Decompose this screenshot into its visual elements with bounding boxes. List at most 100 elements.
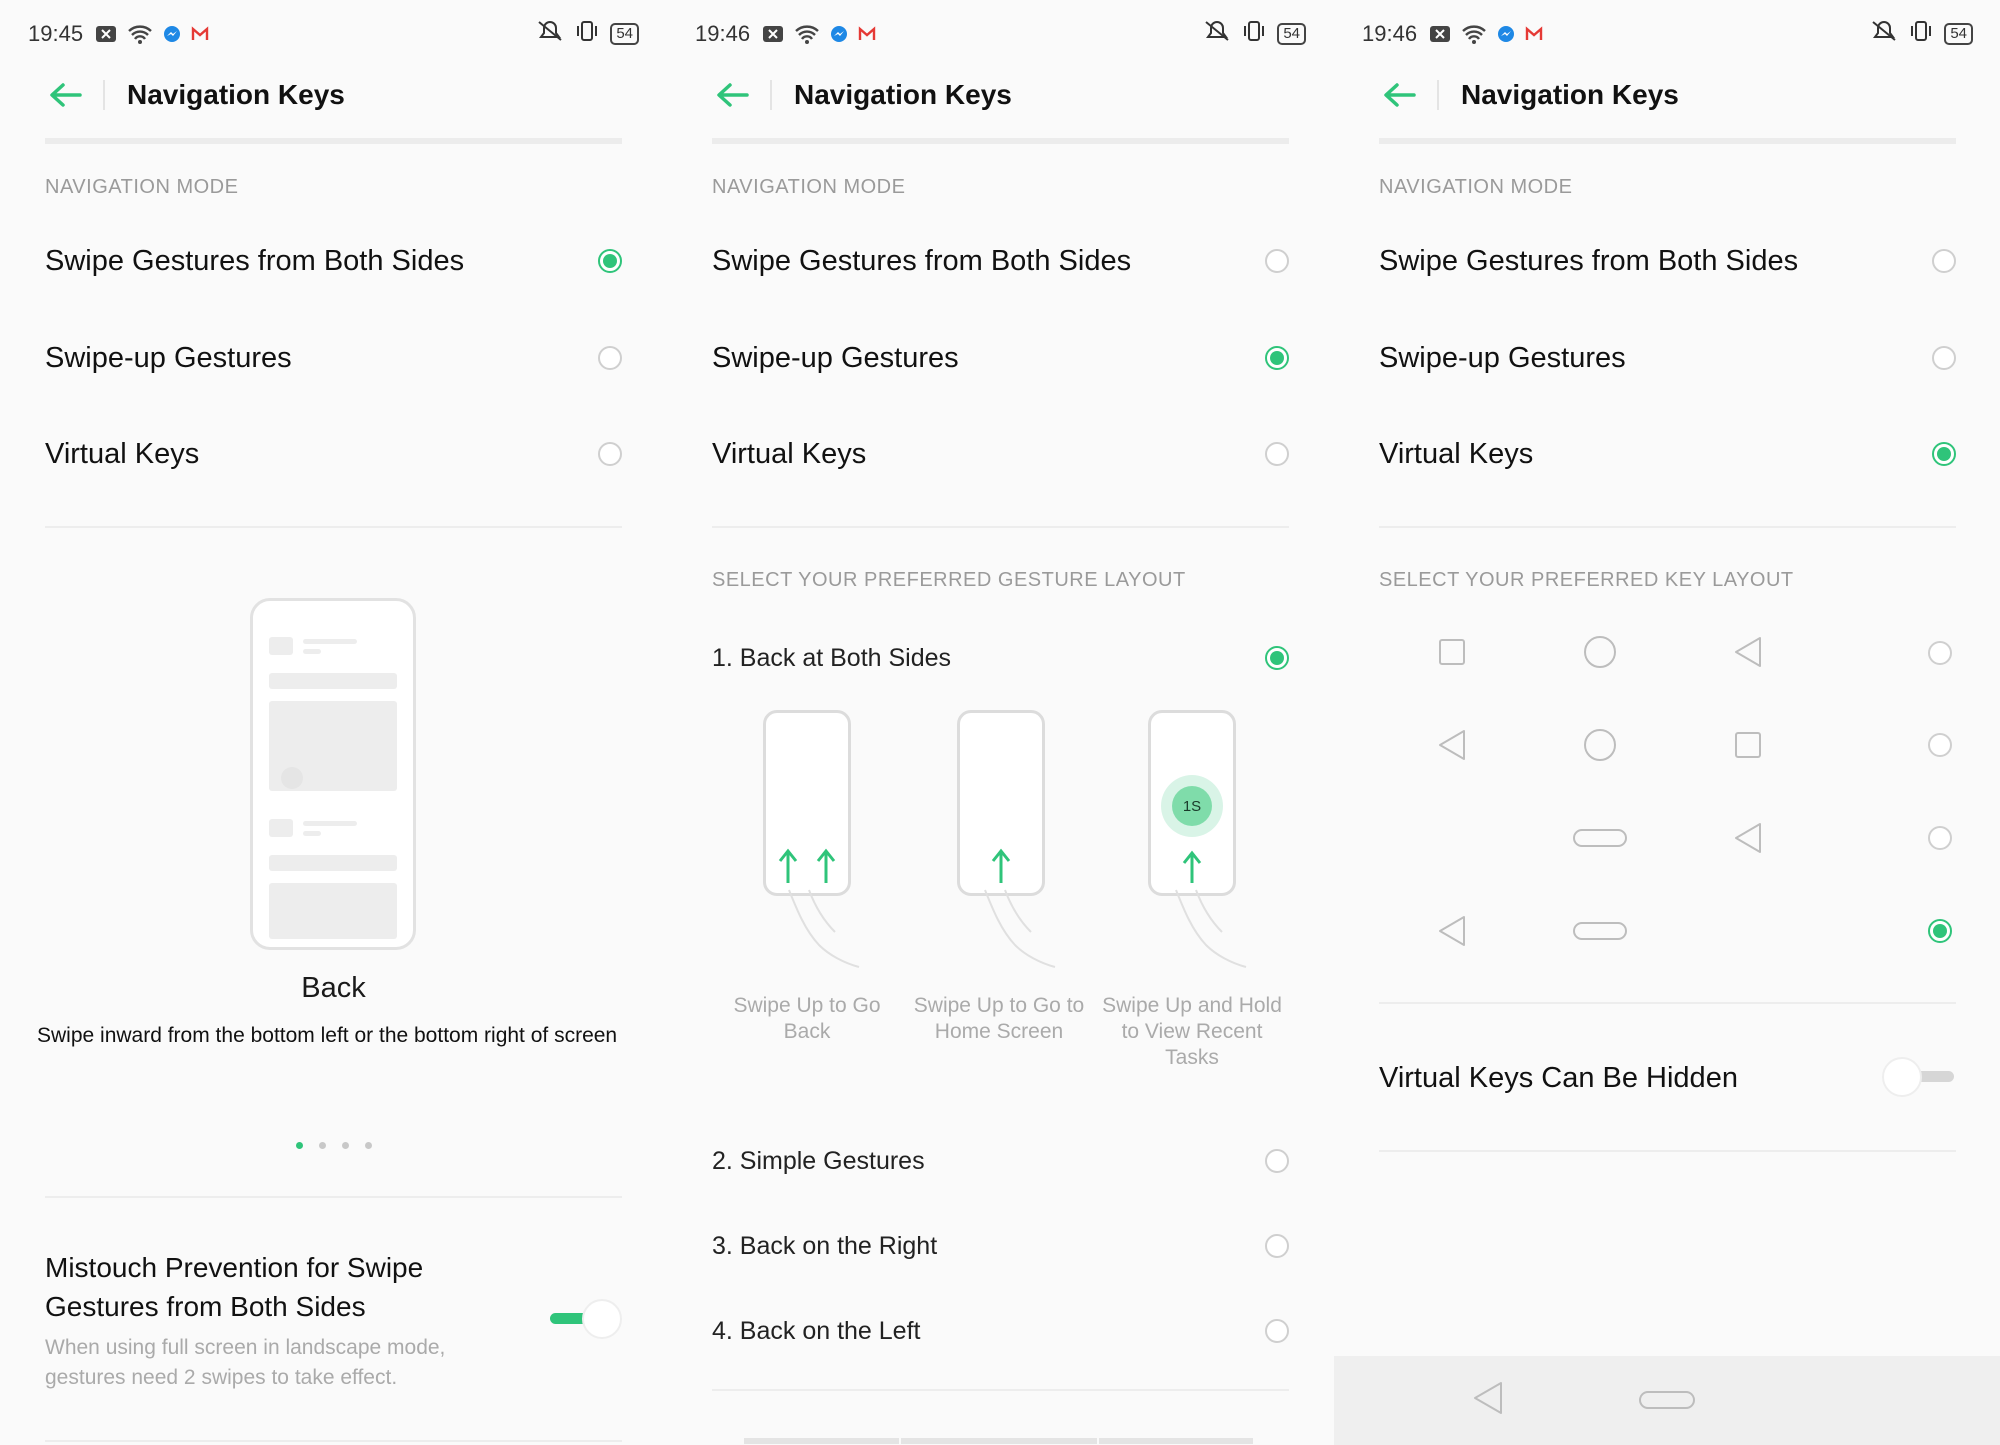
hide-keys-toggle[interactable] <box>1882 1057 1958 1097</box>
mode-option-swipe-both[interactable]: Swipe Gestures from Both Sides <box>1379 231 1956 291</box>
layout-option-simple-gestures[interactable]: 2. Simple Gestures <box>712 1131 1289 1191</box>
mode-label: Swipe Gestures from Both Sides <box>1379 244 1799 277</box>
page-title: Navigation Keys <box>1461 79 1679 110</box>
section-navigation-mode: NAVIGATION MODE <box>1379 176 1573 198</box>
radio-button[interactable] <box>598 249 622 273</box>
page-title: Navigation Keys <box>127 79 345 110</box>
radio-button[interactable] <box>1265 1234 1289 1258</box>
messenger-icon <box>830 25 848 43</box>
gmail-icon <box>191 26 209 42</box>
page-dot[interactable] <box>341 1142 349 1149</box>
mute-icon <box>1203 19 1231 49</box>
radio-button[interactable] <box>1928 826 1952 850</box>
header-divider <box>770 80 772 110</box>
illustration-caption: Swipe Up and Hold to View Recent Tasks <box>1102 994 1282 1069</box>
gesture-illustration-home <box>957 710 1045 896</box>
gmail-icon <box>1525 26 1543 42</box>
illustration-caption: Swipe Up to Go Back <box>733 994 881 1043</box>
arrow-left-icon <box>717 83 749 107</box>
header-divider <box>1437 80 1439 110</box>
radio-button[interactable] <box>598 442 622 466</box>
page-title: Navigation Keys <box>794 79 1012 110</box>
nav-home-key[interactable] <box>1638 1389 1696 1416</box>
divider <box>712 1389 1289 1391</box>
layout-label: 1. Back at Both Sides <box>712 643 952 672</box>
radio-button[interactable] <box>1265 249 1289 273</box>
section-navigation-mode: NAVIGATION MODE <box>45 176 239 198</box>
wifi-icon <box>794 24 820 44</box>
mode-option-swipe-both[interactable]: Swipe Gestures from Both Sides <box>712 231 1289 291</box>
wifi-icon <box>1461 24 1487 44</box>
app-header: Navigation Keys <box>45 70 345 120</box>
radio-button[interactable] <box>1928 733 1952 757</box>
square-icon <box>1730 727 1766 763</box>
vibrate-icon <box>574 19 600 49</box>
messenger-icon <box>163 25 181 43</box>
triangle-left-icon <box>1730 820 1766 856</box>
radio-button[interactable] <box>1932 442 1956 466</box>
app-header: Navigation Keys <box>1379 70 1679 120</box>
mode-option-virtual-keys[interactable]: Virtual Keys <box>712 424 1289 484</box>
radio-button[interactable] <box>1932 249 1956 273</box>
mistouch-toggle[interactable] <box>548 1299 624 1339</box>
mode-label: Swipe Gestures from Both Sides <box>712 244 1132 277</box>
notification-icon <box>762 25 784 43</box>
gesture-illustration-back <box>763 710 851 896</box>
nav-back-key[interactable] <box>1472 1380 1504 1421</box>
radio-button[interactable] <box>1265 442 1289 466</box>
battery-icon: 54 <box>610 23 639 45</box>
mode-label: Swipe-up Gestures <box>712 341 959 374</box>
status-time: 19:46 <box>695 21 751 46</box>
arrow-left-icon <box>1384 83 1416 107</box>
hide-virtual-keys-row[interactable]: Virtual Keys Can Be Hidden <box>1379 1048 1956 1108</box>
gmail-icon <box>858 26 876 42</box>
radio-button[interactable] <box>1928 641 1952 665</box>
pill-icon <box>1639 1391 1695 1409</box>
header-underline <box>45 138 622 144</box>
radio-button[interactable] <box>1265 646 1289 670</box>
gesture-pill-indicator <box>901 1438 1097 1444</box>
mute-icon <box>1870 19 1898 49</box>
carousel-page-indicator[interactable] <box>0 1142 667 1149</box>
divider <box>45 526 622 528</box>
mode-option-virtual-keys[interactable]: Virtual Keys <box>45 424 622 484</box>
status-time: 19:46 <box>1362 21 1418 46</box>
layout-option-back-left[interactable]: 4. Back on the Left <box>712 1301 1289 1361</box>
layout-option-back-both-sides[interactable]: 1. Back at Both Sides <box>712 628 1289 688</box>
radio-button[interactable] <box>1928 919 1952 943</box>
mode-label: Virtual Keys <box>712 437 867 470</box>
phone-illustration <box>250 598 416 950</box>
back-button[interactable] <box>45 75 85 115</box>
mode-option-virtual-keys[interactable]: Virtual Keys <box>1379 424 1956 484</box>
divider <box>1379 1150 1956 1152</box>
page-dot[interactable] <box>295 1142 303 1149</box>
layout-label: 4. Back on the Left <box>712 1316 921 1345</box>
mute-icon <box>536 19 564 49</box>
header-divider <box>103 80 105 110</box>
hide-keys-label: Virtual Keys Can Be Hidden <box>1379 1061 1738 1094</box>
mode-label: Swipe-up Gestures <box>45 341 292 374</box>
screen-virtual-keys: 19:46 54 Navigation Keys NAVIGATION MODE… <box>1334 0 2000 1445</box>
hand-icon <box>788 889 860 968</box>
radio-button[interactable] <box>598 346 622 370</box>
vibrate-icon <box>1908 19 1934 49</box>
page-dot[interactable] <box>318 1142 326 1149</box>
mode-option-swipe-up[interactable]: Swipe-up Gestures <box>1379 328 1956 388</box>
back-button[interactable] <box>1379 75 1419 115</box>
mode-option-swipe-up[interactable]: Swipe-up Gestures <box>45 328 622 388</box>
screen-swipe-up: 19:46 54 Navigation Keys NAVIGATION MODE… <box>667 0 1334 1445</box>
circle-icon <box>1582 727 1618 763</box>
hand-icon <box>984 889 1056 968</box>
radio-button[interactable] <box>1265 1149 1289 1173</box>
layout-option-back-right[interactable]: 3. Back on the Right <box>712 1216 1289 1276</box>
radio-button[interactable] <box>1932 346 1956 370</box>
page-dot[interactable] <box>364 1142 372 1149</box>
hand-icon <box>1175 889 1247 968</box>
radio-button[interactable] <box>1265 346 1289 370</box>
back-button[interactable] <box>712 75 752 115</box>
divider <box>45 1196 622 1198</box>
mode-option-swipe-both[interactable]: Swipe Gestures from Both Sides <box>45 231 622 291</box>
mode-option-swipe-up[interactable]: Swipe-up Gestures <box>712 328 1289 388</box>
circle-icon <box>1582 634 1618 670</box>
radio-button[interactable] <box>1265 1319 1289 1343</box>
